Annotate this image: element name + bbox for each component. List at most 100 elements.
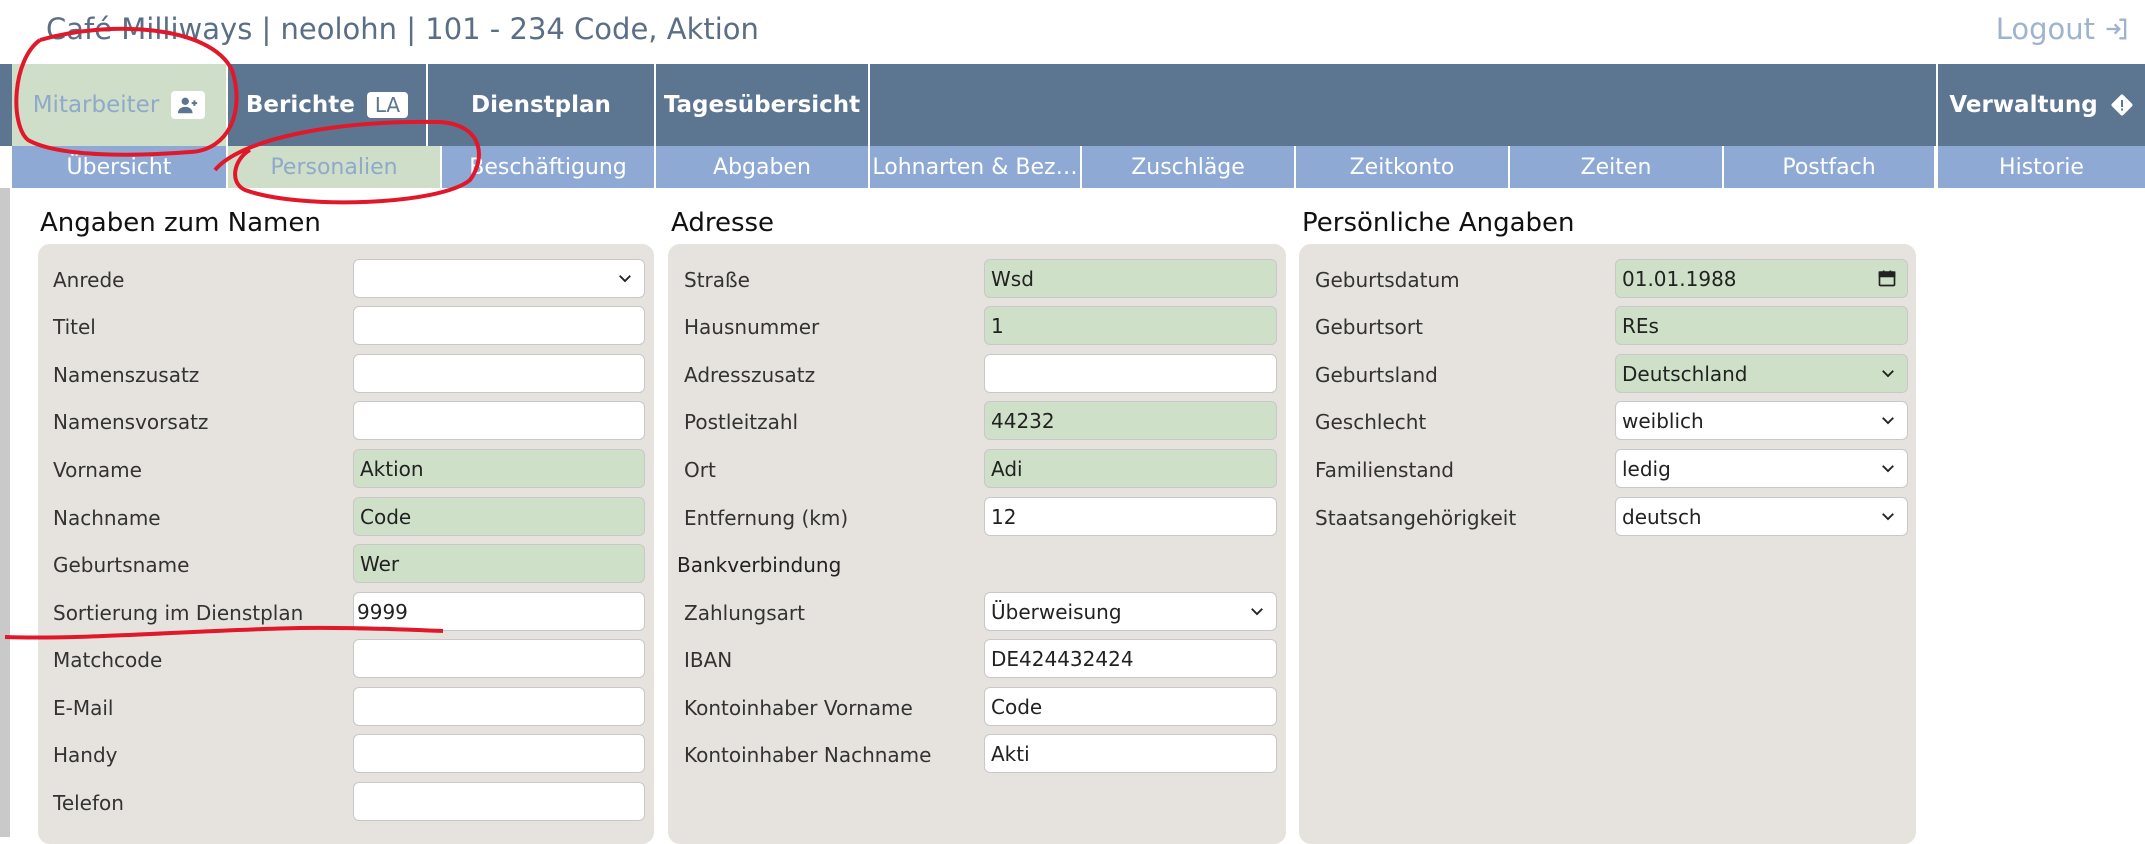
calendar-icon[interactable]	[1877, 268, 1897, 288]
nav-verwaltung-label: Verwaltung	[1949, 92, 2098, 118]
subnav-abgaben[interactable]: Abgaben	[656, 146, 870, 188]
left-scroll-strip[interactable]	[0, 188, 10, 837]
alert-diamond-icon	[2111, 94, 2133, 116]
subnav-uebersicht[interactable]: Übersicht	[12, 146, 228, 188]
kontoinhaber-nachname-input[interactable]: Akti	[984, 734, 1277, 773]
telefon-label: Telefon	[53, 791, 124, 815]
postleitzahl-input[interactable]: 44232	[984, 401, 1277, 440]
ort-label: Ort	[684, 458, 716, 482]
sortierung-input[interactable]: 9999	[353, 592, 645, 631]
subnav-zeitkonto[interactable]: Zeitkonto	[1296, 146, 1510, 188]
vorname-label: Vorname	[53, 458, 142, 482]
subnav-lohnarten[interactable]: Lohnarten & Bez…	[870, 146, 1082, 188]
bank-heading: Bankverbindung	[677, 553, 842, 577]
geburtsland-value: Deutschland	[1622, 361, 1748, 386]
nav-dienstplan[interactable]: Dienstplan	[428, 64, 656, 146]
namenszusatz-label: Namenszusatz	[53, 363, 200, 387]
logout-link[interactable]: Logout	[1996, 12, 2131, 46]
subnav-postfach[interactable]: Postfach	[1724, 146, 1936, 188]
address-section-title: Adresse	[671, 208, 775, 238]
sub-nav: Übersicht Personalien Beschäftigung Abga…	[0, 146, 2145, 188]
berichte-badge: LA	[366, 92, 409, 118]
chevron-down-icon	[1882, 370, 1894, 378]
anrede-label: Anrede	[53, 268, 125, 292]
geburtsland-select[interactable]: Deutschland	[1615, 354, 1908, 393]
namensvorsatz-label: Namensvorsatz	[53, 410, 209, 434]
geburtsname-label: Geburtsname	[53, 553, 190, 577]
geburtsdatum-input[interactable]: 01.01.1988	[1615, 259, 1908, 298]
person-add-icon	[171, 91, 206, 119]
matchcode-label: Matchcode	[53, 648, 163, 672]
entfernung-input[interactable]: 12	[984, 497, 1277, 536]
nachname-label: Nachname	[53, 506, 161, 530]
top-bar: Café Milliways | neolohn | 101 - 234 Cod…	[0, 0, 2145, 64]
nav-mitarbeiter[interactable]: Mitarbeiter	[12, 64, 228, 146]
hausnummer-input[interactable]: 1	[984, 306, 1277, 345]
subnav-personalien[interactable]: Personalien	[228, 146, 442, 188]
main-nav: Mitarbeiter Berichte LA Dienstplan Tages…	[0, 64, 2145, 146]
titel-label: Titel	[53, 315, 96, 339]
postleitzahl-label: Postleitzahl	[684, 410, 799, 434]
nav-mitarbeiter-label: Mitarbeiter	[32, 92, 160, 118]
zahlungsart-select[interactable]: Überweisung	[984, 592, 1277, 631]
nav-tagesuebersicht-label: Tagesübersicht	[663, 92, 861, 118]
familienstand-value: ledig	[1622, 456, 1671, 481]
nav-berichte-label: Berichte	[245, 92, 355, 118]
geschlecht-select[interactable]: weiblich	[1615, 401, 1908, 440]
geburtsdatum-label: Geburtsdatum	[1315, 268, 1460, 292]
adresszusatz-input[interactable]	[984, 354, 1277, 393]
geburtsort-label: Geburtsort	[1315, 315, 1423, 339]
subnav-beschaeftigung[interactable]: Beschäftigung	[442, 146, 656, 188]
nav-dienstplan-label: Dienstplan	[471, 92, 611, 118]
anrede-select[interactable]	[353, 259, 645, 298]
ort-input[interactable]: Adi	[984, 449, 1277, 488]
titel-input[interactable]	[353, 306, 645, 345]
telefon-input[interactable]	[353, 782, 645, 821]
adresszusatz-label: Adresszusatz	[684, 363, 816, 387]
nav-berichte[interactable]: Berichte LA	[228, 64, 428, 146]
strasse-input[interactable]: Wsd	[984, 259, 1277, 298]
nav-tagesuebersicht[interactable]: Tagesübersicht	[656, 64, 870, 146]
kontoinhaber-vorname-label: Kontoinhaber Vorname	[684, 696, 913, 720]
chevron-down-icon	[1882, 513, 1894, 521]
familienstand-label: Familienstand	[1315, 458, 1454, 482]
sortierung-label: Sortierung im Dienstplan	[53, 601, 304, 625]
email-field[interactable]	[353, 687, 645, 726]
subnav-zuschlaege[interactable]: Zuschläge	[1082, 146, 1296, 188]
namensvorsatz-input[interactable]	[353, 401, 645, 440]
chevron-down-icon	[1882, 465, 1894, 473]
name-section-title: Angaben zum Namen	[40, 208, 321, 238]
geburtsname-input[interactable]: Wer	[353, 544, 645, 583]
iban-input[interactable]: DE424432424	[984, 639, 1277, 678]
kontoinhaber-nachname-label: Kontoinhaber Nachname	[684, 743, 932, 767]
personal-section-title: Persönliche Angaben	[1302, 208, 1575, 238]
iban-label: IBAN	[684, 648, 733, 672]
staatsangehoerigkeit-select[interactable]: deutsch	[1615, 497, 1908, 536]
subnav-zeiten[interactable]: Zeiten	[1510, 146, 1724, 188]
nachname-input[interactable]: Code	[353, 497, 645, 536]
hausnummer-label: Hausnummer	[684, 315, 820, 339]
geburtsdatum-value: 01.01.1988	[1622, 266, 1737, 291]
kontoinhaber-vorname-input[interactable]: Code	[984, 687, 1277, 726]
app-title: Café Milliways | neolohn | 101 - 234 Cod…	[46, 12, 759, 46]
familienstand-select[interactable]: ledig	[1615, 449, 1908, 488]
geburtsort-input[interactable]: REs	[1615, 306, 1908, 345]
zahlungsart-value: Überweisung	[991, 599, 1122, 624]
subnav-left-edge	[0, 146, 12, 188]
strasse-label: Straße	[684, 268, 750, 292]
vorname-input[interactable]: Aktion	[353, 449, 645, 488]
namenszusatz-input[interactable]	[353, 354, 645, 393]
geburtsland-label: Geburtsland	[1315, 363, 1438, 387]
staatsangehoerigkeit-value: deutsch	[1622, 504, 1702, 529]
handy-input[interactable]	[353, 734, 645, 773]
logout-icon	[2106, 18, 2127, 40]
entfernung-label: Entfernung (km)	[684, 506, 849, 530]
staatsangehoerigkeit-label: Staatsangehörigkeit	[1315, 506, 1517, 530]
chevron-down-icon	[1882, 417, 1894, 425]
subnav-historie[interactable]: Historie	[1936, 146, 2145, 188]
email-label: E-Mail	[53, 696, 114, 720]
matchcode-input[interactable]	[353, 639, 645, 678]
geschlecht-label: Geschlecht	[1315, 410, 1427, 434]
nav-verwaltung[interactable]: Verwaltung	[1936, 64, 2145, 146]
geschlecht-value: weiblich	[1622, 408, 1704, 433]
